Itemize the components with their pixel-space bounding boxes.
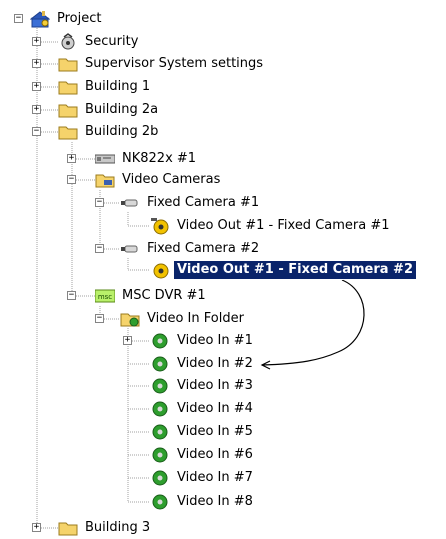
expander-building-3[interactable]: + — [32, 523, 41, 532]
tree-node-video-in-5[interactable]: Video In #5 — [150, 421, 256, 443]
video-in-icon — [150, 400, 170, 418]
project-tree: − + + + + − + − − − − − + + Project Secu… — [0, 0, 446, 538]
tree-node-label: Building 2a — [85, 102, 159, 117]
tree-node-label: Video In #6 — [177, 447, 253, 462]
tree-node-label: Video In #3 — [177, 378, 253, 393]
tree-node-label: Video In #4 — [177, 401, 253, 416]
tree-node-label: Security — [85, 34, 139, 49]
tree-node-building-2a[interactable]: Building 2a — [58, 99, 161, 121]
expander-supervisor[interactable]: + — [32, 59, 41, 68]
tree-node-video-in-6[interactable]: Video In #6 — [150, 444, 256, 466]
video-out-icon — [150, 217, 170, 235]
tree-node-video-in-3[interactable]: Video In #3 — [150, 375, 256, 397]
folder-icon — [58, 123, 78, 141]
expander-building-1[interactable]: + — [32, 82, 41, 91]
tree-node-video-out-1-fixed-camera-1[interactable]: Video Out #1 - Fixed Camera #1 — [150, 215, 393, 237]
tree-node-supervisor-system-settings[interactable]: Supervisor System settings — [58, 53, 266, 75]
tree-node-project[interactable]: Project — [30, 8, 104, 30]
video-in-icon — [150, 446, 170, 464]
expander-nk822x[interactable]: + — [67, 154, 76, 163]
expander-security[interactable]: + — [32, 37, 41, 46]
device-icon — [95, 150, 115, 168]
folder-icon — [58, 101, 78, 119]
video-in-icon — [150, 332, 170, 350]
tree-node-nk822x[interactable]: NK822x #1 — [95, 148, 199, 170]
tree-node-video-in-7[interactable]: Video In #7 — [150, 467, 256, 489]
tree-node-building-2b[interactable]: Building 2b — [58, 121, 161, 143]
video-in-icon — [150, 355, 170, 373]
tree-node-label: Project — [57, 11, 102, 26]
tree-node-label: Video In #2 — [177, 356, 253, 371]
video-in-icon — [150, 423, 170, 441]
tree-node-label: Video In #1 — [177, 333, 253, 348]
tree-node-label: Building 1 — [85, 79, 151, 94]
expander-building-2a[interactable]: + — [32, 105, 41, 114]
project-icon — [30, 10, 50, 28]
tree-node-label: Video Out #1 - Fixed Camera #1 — [177, 218, 390, 233]
tree-node-label: Video In Folder — [147, 311, 244, 326]
video-in-icon — [150, 493, 170, 511]
video-in-folder-icon — [120, 310, 140, 328]
tree-node-label: MSC DVR #1 — [122, 288, 206, 303]
tree-node-label: Building 2b — [85, 124, 159, 139]
folder-icon — [58, 55, 78, 73]
tree-node-label: Video Cameras — [122, 172, 221, 187]
folder-icon — [58, 519, 78, 537]
expander-building-2b[interactable]: − — [32, 127, 41, 136]
tree-node-label: NK822x #1 — [122, 151, 197, 166]
msc-icon: msc — [95, 287, 115, 305]
video-in-icon — [150, 377, 170, 395]
folder-icon — [58, 78, 78, 96]
fixed-camera-icon — [120, 194, 140, 212]
msc-badge-text: msc — [98, 293, 112, 301]
tree-node-label: Fixed Camera #1 — [147, 195, 260, 210]
tree-node-video-cameras[interactable]: Video Cameras — [95, 169, 223, 191]
video-out-icon — [150, 261, 170, 279]
expander-video-in-1[interactable]: + — [123, 336, 132, 345]
tree-node-label: Video In #5 — [177, 424, 253, 439]
fixed-camera-icon — [120, 240, 140, 258]
tree-node-video-in-8[interactable]: Video In #8 — [150, 491, 256, 513]
tree-node-security[interactable]: Security — [58, 31, 141, 53]
expander-fixed-camera-1[interactable]: − — [95, 198, 104, 207]
tree-node-label: Video In #8 — [177, 494, 253, 509]
expander-fixed-camera-2[interactable]: − — [95, 244, 104, 253]
video-in-icon — [150, 469, 170, 487]
expander-project[interactable]: − — [14, 14, 23, 23]
security-icon — [58, 33, 78, 51]
camera-folder-icon — [95, 171, 115, 189]
tree-node-fixed-camera-1[interactable]: Fixed Camera #1 — [120, 192, 262, 214]
tree-node-label: Supervisor System settings — [85, 56, 264, 71]
tree-node-video-in-1[interactable]: Video In #1 — [150, 330, 256, 352]
tree-node-video-in-folder[interactable]: Video In Folder — [120, 308, 247, 330]
tree-node-building-1[interactable]: Building 1 — [58, 76, 153, 98]
expander-msc-dvr[interactable]: − — [67, 291, 76, 300]
tree-node-msc-dvr-1[interactable]: msc MSC DVR #1 — [95, 285, 209, 307]
tree-node-building-3[interactable]: Building 3 — [58, 517, 153, 539]
expander-video-cameras[interactable]: − — [67, 175, 76, 184]
link-arrow — [261, 279, 365, 366]
tree-node-label: Fixed Camera #2 — [147, 241, 260, 256]
tree-node-video-out-1-fixed-camera-2[interactable]: Video Out #1 - Fixed Camera #2 — [150, 259, 417, 281]
tree-node-video-in-4[interactable]: Video In #4 — [150, 398, 256, 420]
tree-node-label: Building 3 — [85, 520, 151, 535]
tree-node-label-selected: Video Out #1 - Fixed Camera #2 — [173, 260, 417, 280]
expander-video-in-folder[interactable]: − — [95, 314, 104, 323]
tree-node-label: Video In #7 — [177, 470, 253, 485]
tree-node-fixed-camera-2[interactable]: Fixed Camera #2 — [120, 238, 262, 260]
tree-node-video-in-2[interactable]: Video In #2 — [150, 353, 256, 375]
